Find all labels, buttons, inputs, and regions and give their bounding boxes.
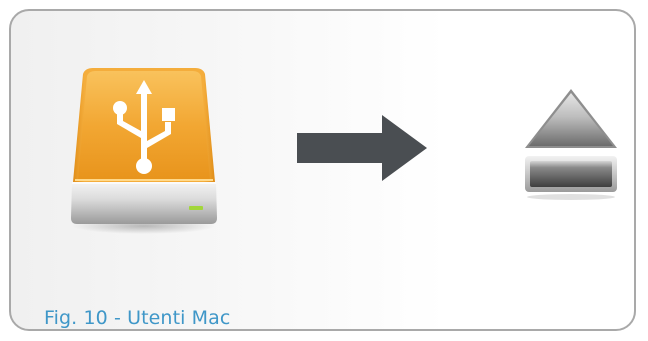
- figure-caption: Fig. 10 - Utenti Mac: [44, 307, 231, 329]
- eject-icon: [525, 89, 617, 200]
- figure-frame: Fig. 10 - Utenti Mac: [9, 9, 636, 331]
- usb-drive-icon: [71, 68, 217, 234]
- right-arrow-icon: [297, 115, 427, 181]
